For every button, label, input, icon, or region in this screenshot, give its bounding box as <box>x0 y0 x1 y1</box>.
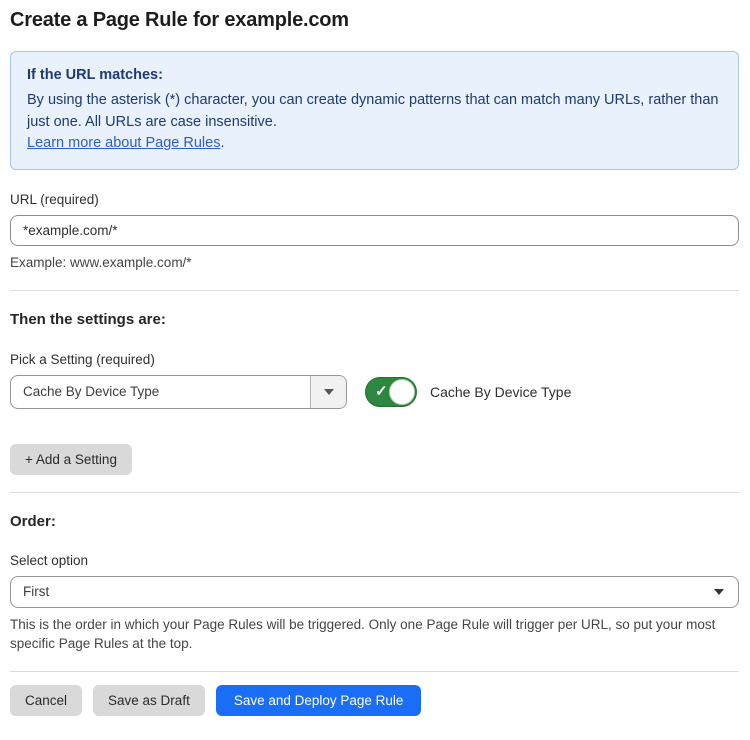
divider <box>10 671 739 672</box>
url-example-helper: Example: www.example.com/* <box>10 253 739 273</box>
url-field-group: URL (required) Example: www.example.com/… <box>10 192 739 273</box>
divider <box>10 492 739 493</box>
add-setting-button[interactable]: + Add a Setting <box>10 444 132 475</box>
cancel-button[interactable]: Cancel <box>10 685 82 716</box>
url-match-info-box: If the URL matches: By using the asteris… <box>10 51 739 170</box>
order-select-label: Select option <box>10 553 739 568</box>
chevron-down-icon <box>714 589 724 595</box>
toggle-knob <box>389 379 415 405</box>
setting-row: Cache By Device Type ✓ Cache By Device T… <box>10 375 739 409</box>
checkmark-icon: ✓ <box>375 384 388 399</box>
toggle-label: Cache By Device Type <box>430 384 571 400</box>
info-box-body: By using the asterisk (*) character, you… <box>27 90 722 155</box>
cache-device-toggle[interactable]: ✓ <box>365 377 417 407</box>
setting-select-value: Cache By Device Type <box>11 376 310 408</box>
footer-actions: Cancel Save as Draft Save and Deploy Pag… <box>10 685 739 716</box>
order-select-value: First <box>23 584 49 599</box>
learn-more-link[interactable]: Learn more about Page Rules <box>27 135 220 151</box>
order-section-heading: Order: <box>10 513 739 530</box>
url-input[interactable] <box>10 215 739 246</box>
order-select[interactable]: First <box>10 576 739 608</box>
divider <box>10 290 739 291</box>
order-helper-text: This is the order in which your Page Rul… <box>10 615 739 654</box>
save-and-deploy-button[interactable]: Save and Deploy Page Rule <box>216 685 422 716</box>
setting-select[interactable]: Cache By Device Type <box>10 375 347 409</box>
setting-select-arrow-button[interactable] <box>310 376 346 408</box>
info-box-heading: If the URL matches: <box>27 65 722 87</box>
page-rule-form: Create a Page Rule for example.com If th… <box>0 0 750 740</box>
link-suffix: . <box>220 135 224 151</box>
save-as-draft-button[interactable]: Save as Draft <box>93 685 205 716</box>
pick-setting-label: Pick a Setting (required) <box>10 352 739 367</box>
info-box-body-text: By using the asterisk (*) character, you… <box>27 92 719 130</box>
url-field-label: URL (required) <box>10 192 739 207</box>
settings-section-heading: Then the settings are: <box>10 311 739 328</box>
chevron-down-icon <box>324 389 334 395</box>
page-title: Create a Page Rule for example.com <box>10 9 739 32</box>
